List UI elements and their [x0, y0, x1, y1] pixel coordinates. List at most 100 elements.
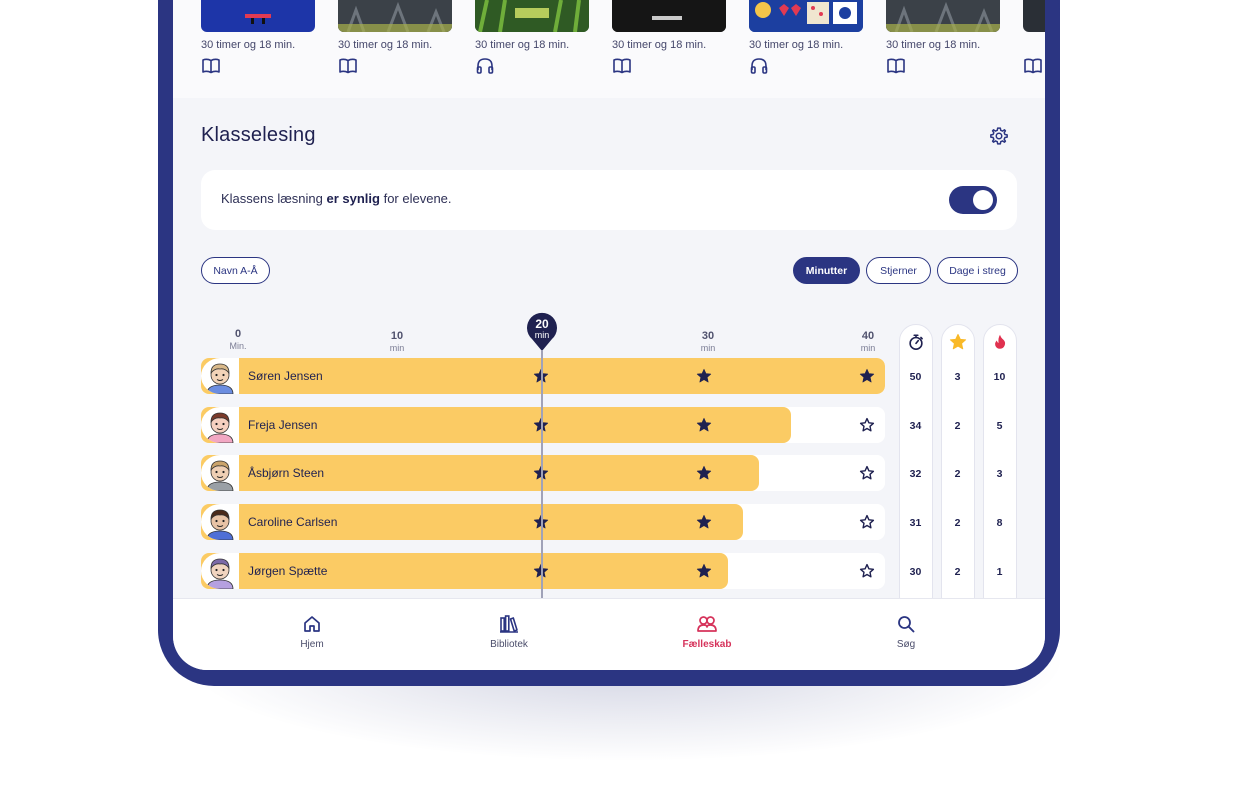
avatar — [201, 407, 239, 443]
student-name: Åsbjørn Steen — [248, 466, 325, 480]
book-cover — [886, 0, 1000, 32]
star-filled-icon — [696, 417, 712, 432]
book-card[interactable]: 30 timer og 18 min. — [201, 0, 315, 74]
visibility-toggle[interactable] — [949, 186, 997, 214]
star-filled-icon — [696, 368, 712, 383]
streak-value: 3 — [996, 468, 1003, 480]
visibility-text: Klassens læsning er synlig for elevene. — [221, 191, 452, 206]
tablet-frame: 30 timer og 18 min. 30 timer og 18 min. … — [158, 0, 1060, 686]
stars-value: 2 — [954, 517, 961, 529]
scale-tick: 0 Min. — [229, 328, 247, 351]
toggle-knob — [973, 190, 993, 210]
sort-name-button[interactable]: Navn A-Å — [201, 257, 270, 284]
stage: 30 timer og 18 min. 30 timer og 18 min. … — [0, 0, 1246, 790]
avatar — [201, 358, 239, 394]
book-icon — [202, 58, 220, 74]
star-filled-icon — [696, 465, 712, 480]
headphones-icon — [750, 58, 768, 74]
table-row[interactable]: Søren Jensen — [201, 358, 885, 394]
book-card[interactable]: 30 timer og 18 min. — [338, 0, 452, 74]
community-icon — [697, 616, 717, 632]
book-cover — [201, 0, 315, 32]
nav-item-community[interactable]: Fælleskab — [667, 613, 747, 650]
stars-value: 2 — [954, 420, 961, 432]
app-screen: 30 timer og 18 min. 30 timer og 18 min. … — [173, 0, 1045, 670]
book-cover — [612, 0, 726, 32]
avatar — [201, 553, 239, 589]
gear-icon[interactable] — [989, 126, 1009, 146]
book-card[interactable]: 30 timer og 18 min. — [475, 0, 589, 74]
headphones-icon — [476, 58, 494, 74]
stars-value: 3 — [954, 371, 961, 383]
streak-value: 8 — [996, 517, 1003, 529]
minutes-value: 32 — [909, 468, 922, 480]
flame-icon — [995, 334, 1006, 349]
book-card[interactable] — [1023, 0, 1045, 74]
book-duration: 30 timer og 18 min. — [201, 39, 296, 51]
minutes-value: 30 — [909, 566, 922, 578]
book-icon — [339, 58, 357, 74]
book-icon — [1024, 58, 1042, 74]
student-name: Caroline Carlsen — [248, 515, 338, 529]
book-card[interactable]: 30 timer og 18 min. — [749, 0, 863, 74]
streak-value: 5 — [996, 420, 1003, 432]
section-title: Klasselesing — [201, 124, 316, 146]
book-cover — [475, 0, 589, 32]
scale-tick: 10 min — [389, 330, 405, 353]
minutes-value: 34 — [909, 420, 922, 432]
star-outline-icon — [859, 563, 875, 578]
nav-item-home[interactable]: Hjem — [272, 613, 352, 650]
book-icon — [613, 58, 631, 74]
stars-value: 2 — [954, 566, 961, 578]
stars-value: 2 — [954, 468, 961, 480]
student-name: Jørgen Spætte — [248, 564, 328, 578]
table-row[interactable]: Freja Jensen — [201, 407, 885, 443]
nav-item-library[interactable]: Bibliotek — [469, 613, 549, 650]
star-outline-icon — [859, 417, 875, 432]
visibility-card: Klassens læsning er synlig for elevene. — [201, 170, 1017, 230]
minutes-column: 50 34 32 31 30 — [899, 324, 933, 614]
book-cover — [749, 0, 863, 32]
streak-value: 1 — [996, 566, 1003, 578]
book-cover — [338, 0, 452, 32]
streak-value: 10 — [993, 371, 1006, 383]
table-row[interactable]: Jørgen Spætte — [201, 553, 885, 589]
goal-line — [541, 350, 543, 600]
star-filled-icon — [696, 563, 712, 578]
scale-tick: 40 min — [860, 330, 876, 353]
tab-stars[interactable]: Stjerner — [866, 257, 931, 284]
nav-item-search[interactable]: Søg — [866, 613, 946, 650]
star-outline-icon — [859, 465, 875, 480]
student-name: Søren Jensen — [248, 369, 323, 383]
table-row[interactable]: Åsbjørn Steen — [201, 455, 885, 491]
streak-column: 10 5 3 8 1 — [983, 324, 1017, 614]
stars-column: 3 2 2 2 2 — [941, 324, 975, 614]
book-duration: 30 timer og 18 min. — [338, 39, 433, 51]
book-card[interactable]: 30 timer og 18 min. — [886, 0, 1000, 74]
book-duration: 30 timer og 18 min. — [749, 39, 844, 51]
book-icon — [887, 58, 905, 74]
star-filled-icon — [859, 368, 875, 383]
star-icon — [949, 333, 967, 350]
star-outline-icon — [859, 514, 875, 529]
avatar — [201, 504, 239, 540]
goal-marker-label: 20 min — [534, 317, 550, 340]
search-icon — [898, 616, 915, 633]
star-filled-icon — [696, 514, 712, 529]
minutes-value: 31 — [909, 517, 922, 529]
book-duration: 30 timer og 18 min. — [475, 39, 570, 51]
book-carousel[interactable]: 30 timer og 18 min. 30 timer og 18 min. … — [173, 0, 1045, 98]
tab-minutes[interactable]: Minutter — [793, 257, 860, 284]
stopwatch-icon — [909, 334, 923, 351]
book-card[interactable]: 30 timer og 18 min. — [612, 0, 726, 74]
table-row[interactable]: Caroline Carlsen — [201, 504, 885, 540]
book-cover — [1023, 0, 1045, 32]
book-duration: 30 timer og 18 min. — [612, 39, 707, 51]
library-icon — [500, 615, 518, 633]
book-duration: 30 timer og 18 min. — [886, 39, 981, 51]
minutes-value: 50 — [909, 371, 922, 383]
home-icon — [304, 616, 320, 632]
avatar — [201, 455, 239, 491]
tab-streak-days[interactable]: Dage i streg — [937, 257, 1018, 284]
bottom-navigation: Hjem Bibliotek Fælleskab Søg — [173, 598, 1045, 670]
